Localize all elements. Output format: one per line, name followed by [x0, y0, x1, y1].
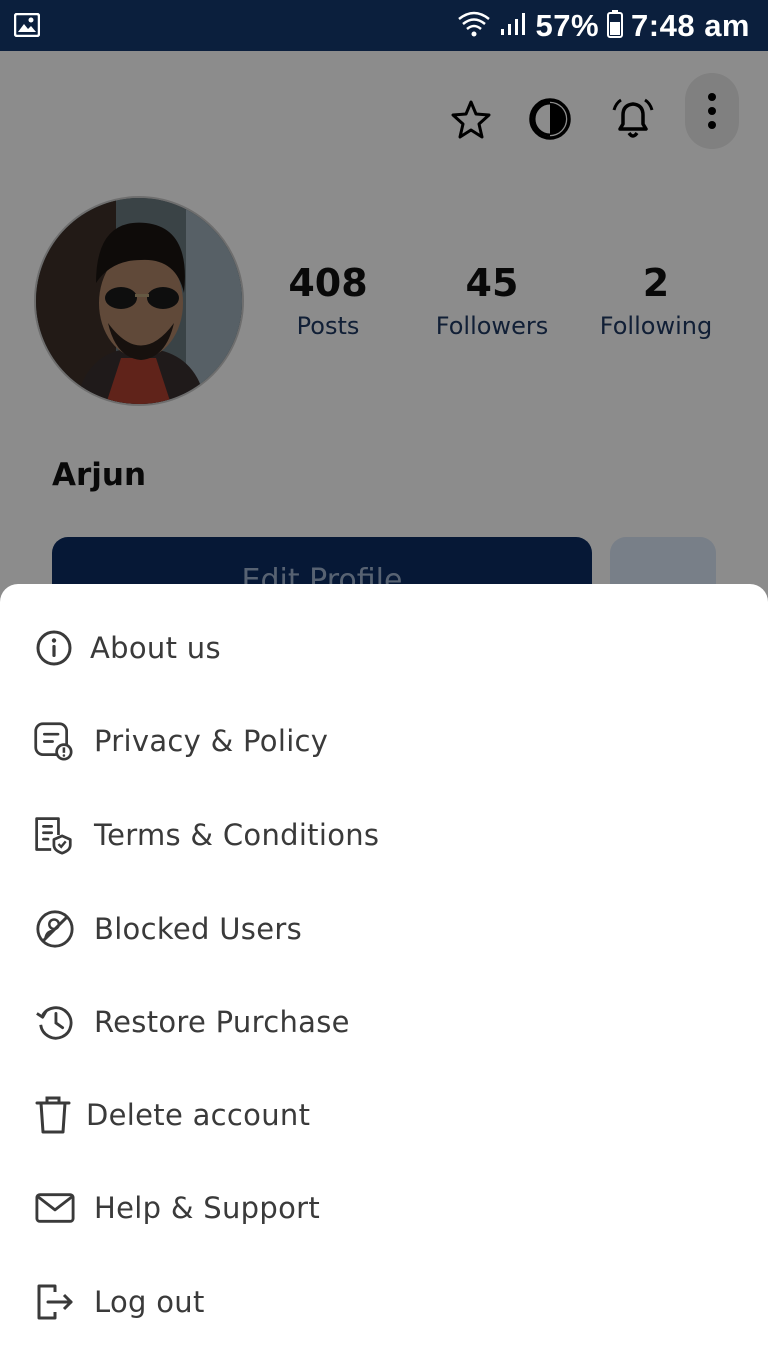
menu-item-label: Terms & Conditions	[94, 818, 380, 852]
menu-item-log-out[interactable]: Log out	[0, 1255, 768, 1349]
menu-item-label: Help & Support	[94, 1191, 321, 1225]
menu-item-label: Delete account	[86, 1098, 311, 1132]
menu-item-terms-conditions[interactable]: Terms & Conditions	[0, 788, 768, 882]
menu-item-label: About us	[90, 631, 221, 665]
battery-percent: 57%	[535, 8, 600, 43]
privacy-doc-icon	[33, 721, 73, 761]
signal-icon	[499, 11, 527, 42]
menu-item-label: Restore Purchase	[94, 1005, 350, 1039]
mail-icon	[35, 1188, 75, 1228]
menu-item-restore-purchase[interactable]: Restore Purchase	[0, 975, 768, 1069]
menu-item-about-us[interactable]: About us	[0, 601, 768, 695]
info-icon	[34, 628, 74, 668]
menu-item-privacy-policy[interactable]: Privacy & Policy	[0, 694, 768, 788]
wifi-icon	[457, 10, 491, 43]
history-icon	[35, 1002, 75, 1042]
menu-item-delete-account[interactable]: Delete account	[0, 1068, 768, 1162]
battery-icon	[607, 9, 624, 43]
clock: 7:48 am	[631, 8, 750, 43]
status-bar: 57% 7:48 am	[0, 0, 768, 51]
terms-doc-icon	[33, 815, 73, 855]
trash-icon	[33, 1095, 73, 1135]
logout-icon	[35, 1282, 75, 1322]
gallery-notification-icon	[13, 12, 41, 42]
menu-item-label: Log out	[94, 1285, 205, 1319]
menu-item-label: Blocked Users	[94, 912, 302, 946]
menu-item-help-support[interactable]: Help & Support	[0, 1161, 768, 1255]
menu-item-label: Privacy & Policy	[94, 724, 329, 758]
menu-item-blocked-users[interactable]: Blocked Users	[0, 882, 768, 976]
options-bottom-sheet: About us Privacy & Policy Terms & Condit…	[0, 584, 768, 1365]
blocked-user-icon	[35, 909, 75, 949]
